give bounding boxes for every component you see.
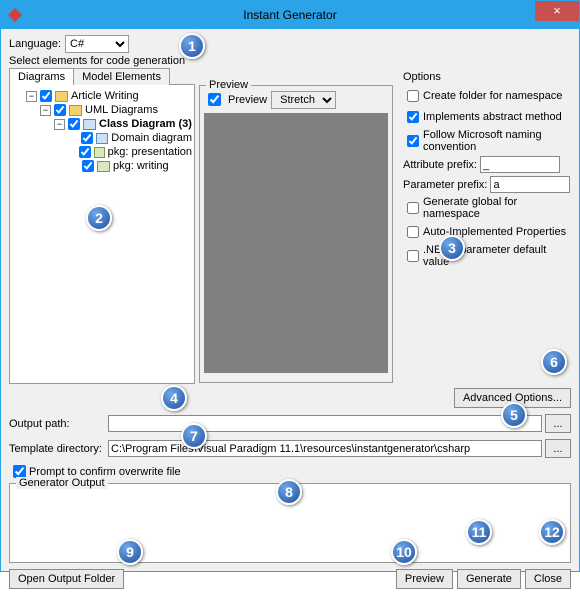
collapse-icon[interactable]: − [40,105,51,116]
generate-button[interactable]: Generate [457,569,521,589]
tree-uml[interactable]: − UML Diagrams [40,103,192,117]
package-icon [97,161,110,172]
stretch-select[interactable]: Stretch [271,91,336,109]
tree-check[interactable] [40,90,52,102]
preview-checkbox-label: Preview [228,94,267,106]
preview-legend: Preview [206,79,251,91]
output-path-input[interactable] [108,415,542,432]
options-legend: Options [403,71,571,83]
preview-group: Preview Preview Stretch [199,85,393,383]
opt-follow-naming[interactable] [407,135,419,147]
titlebar: Instant Generator × [1,1,579,29]
open-output-folder-button[interactable]: Open Output Folder [9,569,124,589]
param-prefix-input[interactable] [490,176,570,193]
output-path-browse[interactable]: ... [545,414,571,433]
advanced-options-button[interactable]: Advanced Options... [454,388,571,408]
app-icon [7,7,23,23]
attr-prefix-label: Attribute prefix: [403,159,477,171]
folder-icon [55,91,68,102]
close-button[interactable]: Close [525,569,571,589]
tab-model-elements[interactable]: Model Elements [73,68,170,85]
tree-item[interactable]: pkg: presentation [68,145,192,159]
tree-check[interactable] [81,132,93,144]
collapse-icon[interactable]: − [54,119,65,130]
tree-check[interactable] [54,104,66,116]
tree-item[interactable]: Domain diagram [68,131,192,145]
preview-canvas [204,113,388,373]
tree-check[interactable] [82,160,94,172]
tree-root[interactable]: − Article Writing [26,89,192,103]
opt-net4[interactable] [407,250,419,262]
output-path-label: Output path: [9,418,105,430]
template-dir-browse[interactable]: ... [545,439,571,458]
prompt-overwrite-label: Prompt to confirm overwrite file [29,466,181,478]
opt-implements-abstract[interactable] [407,111,419,123]
preview-button[interactable]: Preview [396,569,453,589]
attr-prefix-input[interactable] [480,156,560,173]
tree-item[interactable]: pkg: writing [68,159,192,173]
diagram-icon [96,133,108,144]
opt-create-folder[interactable] [407,90,419,102]
preview-checkbox[interactable] [208,93,221,106]
template-dir-input[interactable] [108,440,542,457]
generator-output: Generator Output [9,483,571,563]
folder-icon [69,105,82,116]
language-label: Language: [9,38,61,50]
element-tree[interactable]: − Article Writing − UML Diagrams [9,84,195,384]
opt-auto-impl[interactable] [407,226,419,238]
language-select[interactable]: C# [65,35,129,53]
tree-check[interactable] [68,118,80,130]
select-elements-label: Select elements for code generation [9,55,571,67]
tab-diagrams[interactable]: Diagrams [9,68,74,85]
options-group: Options Create folder for namespace Impl… [403,71,571,268]
window-title: Instant Generator [243,8,336,22]
tree-class-diagram[interactable]: − Class Diagram (3) [54,117,192,131]
collapse-icon[interactable]: − [26,91,37,102]
template-dir-label: Template directory: [9,443,105,455]
package-icon [94,147,105,158]
param-prefix-label: Parameter prefix: [403,179,487,191]
close-icon[interactable]: × [535,1,579,21]
generator-output-legend: Generator Output [16,477,108,489]
tabs: Diagrams Model Elements [9,68,195,85]
diagram-icon [83,119,96,130]
tree-check[interactable] [79,146,91,158]
opt-gen-global[interactable] [407,202,419,214]
